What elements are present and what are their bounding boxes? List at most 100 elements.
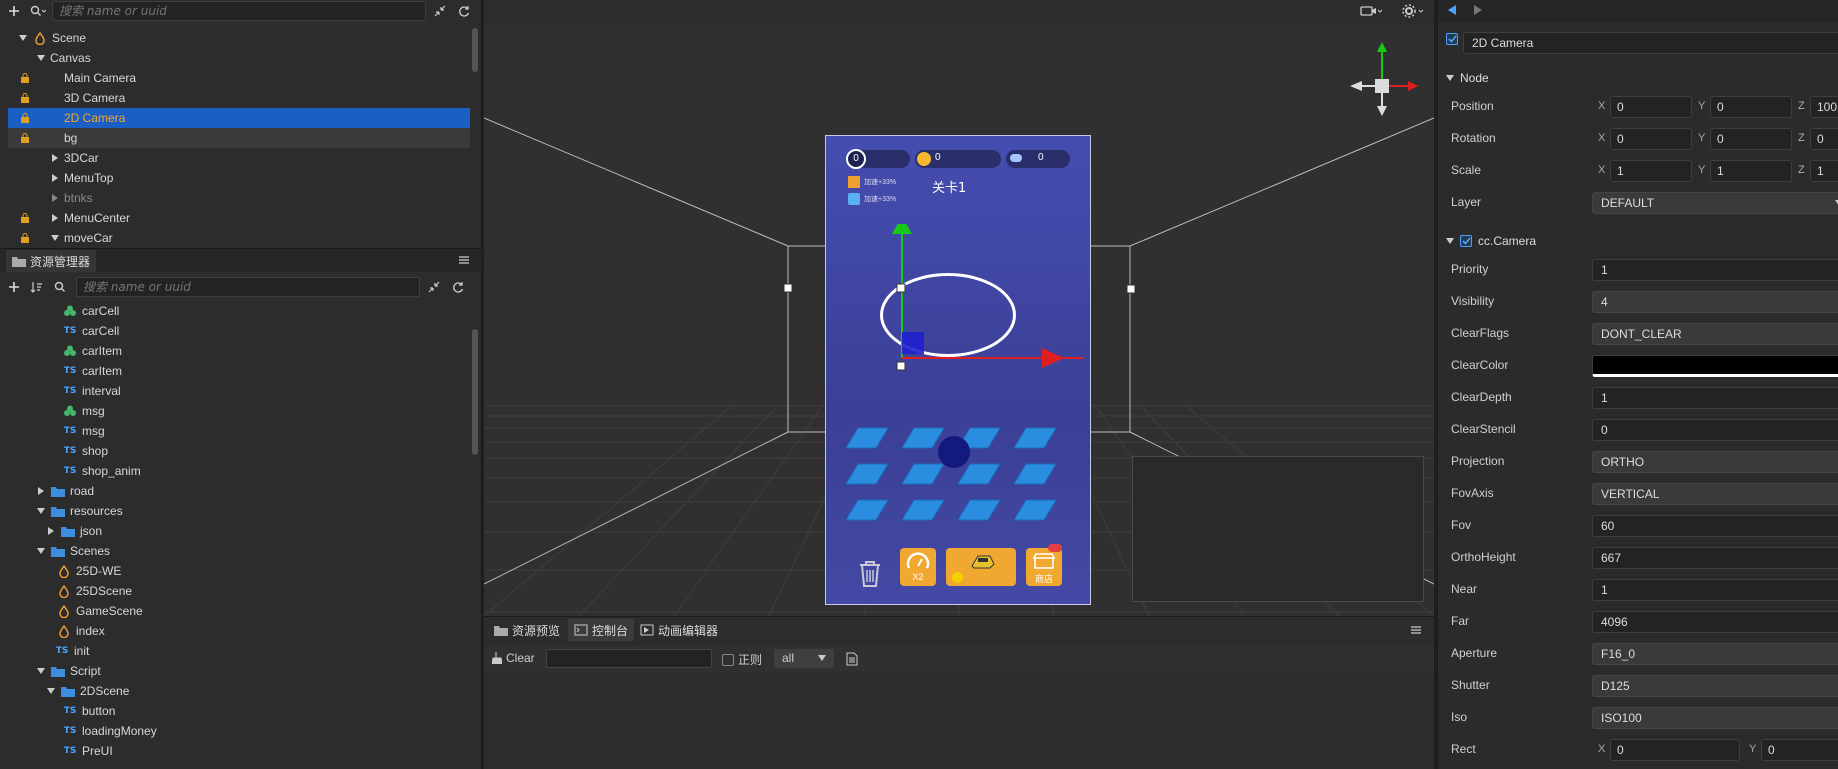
rotation-x-field[interactable]: 0	[1610, 128, 1692, 150]
assets-menu-button[interactable]	[458, 254, 470, 266]
orientation-gizmo[interactable]	[1348, 38, 1418, 118]
scene-view[interactable]: 0 0 0 加速+33% 加速+33% 关卡1 X2 商店	[484, 24, 1434, 616]
assets-scrollbar[interactable]	[472, 329, 478, 455]
collapse-all-button[interactable]	[424, 278, 444, 296]
scale-y-field[interactable]: 1	[1710, 160, 1792, 182]
collapse-all-button[interactable]	[430, 2, 450, 20]
clear-button[interactable]: Clear	[492, 651, 535, 665]
asset-item[interactable]: carItem	[8, 341, 470, 361]
tab-asset-preview[interactable]: 资源预览	[488, 619, 566, 641]
camera-prop-field[interactable]: 60	[1592, 515, 1838, 537]
frustum-handle-right[interactable]	[1126, 284, 1136, 294]
camera-prop-field[interactable]: 1	[1592, 259, 1838, 281]
sort-button[interactable]	[28, 278, 48, 296]
asset-item[interactable]: TS loadingMoney	[8, 721, 470, 741]
regex-toggle[interactable]: 正则	[722, 651, 762, 668]
lock-icon[interactable]	[20, 213, 30, 223]
forward-arrow-icon[interactable]	[1474, 5, 1482, 15]
asset-item[interactable]: GameScene	[8, 601, 470, 621]
camera-prop-select[interactable]: 4	[1592, 291, 1838, 313]
refresh-hierarchy-button[interactable]	[454, 2, 474, 20]
asset-item[interactable]: TS PreUI	[8, 741, 470, 761]
console-filter-input[interactable]	[546, 649, 712, 668]
camera-enabled-checkbox[interactable]	[1460, 235, 1472, 247]
asset-item[interactable]: carCell	[8, 301, 470, 321]
asset-item[interactable]: TS init	[8, 641, 470, 661]
camera-prop-select[interactable]: ORTHO	[1592, 451, 1838, 473]
camera-prop-select[interactable]: D125	[1592, 675, 1838, 697]
tree-node-menutop[interactable]: MenuTop	[8, 168, 470, 188]
node-section-header[interactable]: Node	[1438, 66, 1838, 90]
tree-node-3dcar[interactable]: 3DCar	[8, 148, 470, 168]
asset-item[interactable]: TS carCell	[8, 321, 470, 341]
expand-arrow-icon[interactable]	[36, 53, 46, 63]
checkbox-checked[interactable]	[1446, 33, 1458, 45]
search-type-button[interactable]	[28, 2, 48, 20]
collapsed-arrow-icon[interactable]	[50, 173, 60, 183]
move-gizmo[interactable]	[784, 224, 1084, 464]
rotation-y-field[interactable]: 0	[1710, 128, 1792, 150]
camera-prop-field[interactable]: 0	[1592, 419, 1838, 441]
tree-node-2d-camera[interactable]: 2D Camera	[8, 108, 470, 128]
rect-y-field[interactable]: 0	[1761, 739, 1838, 761]
log-file-icon[interactable]	[846, 652, 858, 666]
asset-item[interactable]: TS shop_anim	[8, 461, 470, 481]
console-menu-button[interactable]	[1410, 624, 1422, 636]
hierarchy-scrollbar[interactable]	[472, 28, 478, 72]
collapsed-arrow-icon[interactable]	[50, 213, 60, 223]
asset-item[interactable]: 2DScene	[8, 681, 470, 701]
tree-node-btnks[interactable]: btnks	[8, 188, 470, 208]
assets-search-input[interactable]	[76, 277, 420, 297]
tab-assets[interactable]: 资源管理器	[6, 250, 97, 272]
hierarchy-search-input[interactable]	[52, 1, 426, 21]
collapsed-arrow-icon[interactable]	[46, 526, 56, 536]
collapsed-arrow-icon[interactable]	[50, 153, 60, 163]
asset-item[interactable]: json	[8, 521, 470, 541]
asset-item[interactable]: resources	[8, 501, 470, 521]
asset-item[interactable]: TS shop	[8, 441, 470, 461]
tree-node-canvas[interactable]: Canvas	[8, 48, 470, 68]
scene-camera-dropdown[interactable]	[1360, 4, 1382, 18]
tab-console[interactable]: 控制台	[568, 619, 635, 641]
scene-settings-dropdown[interactable]	[1402, 3, 1426, 19]
camera-prop-field[interactable]: 667	[1592, 547, 1838, 569]
refresh-assets-button[interactable]	[448, 278, 468, 296]
log-level-select[interactable]: all	[774, 649, 834, 668]
back-arrow-icon[interactable]	[1448, 5, 1456, 15]
asset-item[interactable]: index	[8, 621, 470, 641]
collapsed-arrow-icon[interactable]	[36, 486, 46, 496]
camera-prop-field[interactable]: 1	[1592, 579, 1838, 601]
position-x-field[interactable]: 0	[1610, 96, 1692, 118]
clear-color-swatch[interactable]	[1592, 355, 1838, 377]
camera-prop-select[interactable]: VERTICAL	[1592, 483, 1838, 505]
asset-item[interactable]: TS interval	[8, 381, 470, 401]
trash-icon[interactable]	[858, 560, 882, 588]
asset-item[interactable]: road	[8, 481, 470, 501]
camera-prop-select[interactable]: F16_0	[1592, 643, 1838, 665]
camera-prop-field[interactable]: 4096	[1592, 611, 1838, 633]
add-node-button[interactable]	[4, 2, 24, 20]
regex-checkbox[interactable]	[722, 653, 734, 666]
tree-node-main-camera[interactable]: Main Camera	[8, 68, 470, 88]
node-name-input[interactable]: 2D Camera	[1463, 32, 1838, 54]
expand-arrow-icon[interactable]	[18, 33, 28, 43]
expand-arrow-icon[interactable]	[36, 506, 46, 516]
tree-node-movecar[interactable]: moveCar	[8, 228, 470, 246]
lock-icon[interactable]	[20, 73, 30, 83]
rotation-z-field[interactable]: 0	[1810, 128, 1838, 150]
camera-prop-select[interactable]: DONT_CLEAR	[1592, 323, 1838, 345]
scale-x-field[interactable]: 1	[1610, 160, 1692, 182]
collapsed-arrow-icon[interactable]	[50, 193, 60, 203]
expand-arrow-icon[interactable]	[36, 666, 46, 676]
tree-node-3d-camera[interactable]: 3D Camera	[8, 88, 470, 108]
lock-icon[interactable]	[20, 93, 30, 103]
asset-item[interactable]: TS msg	[8, 421, 470, 441]
asset-item[interactable]: 25D-WE	[8, 561, 470, 581]
asset-item[interactable]: 25DScene	[8, 581, 470, 601]
position-z-field[interactable]: 100	[1810, 96, 1838, 118]
shop-button[interactable]: 商店	[1026, 544, 1062, 586]
tree-node-bg[interactable]: bg	[8, 128, 470, 148]
asset-item[interactable]: TS carItem	[8, 361, 470, 381]
tab-animation-editor[interactable]: 动画编辑器	[634, 619, 724, 641]
buy-car-button[interactable]	[946, 548, 1016, 586]
